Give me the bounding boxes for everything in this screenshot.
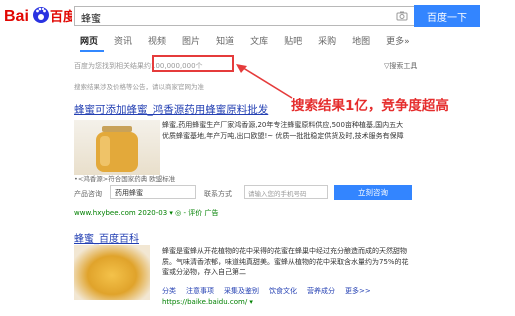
sublink-collect[interactable]: 采集及鉴别 [224,286,259,296]
baidu-logo[interactable]: Bai 百度 [4,5,77,25]
contact-label: 联系方式 [204,190,232,198]
result1-honey-jar-image[interactable] [74,120,160,175]
svg-text:百度: 百度 [50,9,72,25]
search-button[interactable]: 百度一下 [414,5,480,27]
result1-tag: •<鸿香源>符合国家药典 欧盟标准 [74,175,176,183]
phone-input[interactable]: 请输入您的手机号码 [244,185,328,199]
tab-wenku[interactable]: 文库 [250,34,268,48]
tab-video[interactable]: 视频 [148,34,166,48]
search-tools-link[interactable]: ▽搜索工具 [384,61,417,71]
result2-honeycomb-image[interactable] [74,245,150,300]
tab-tieba[interactable]: 贴吧 [284,34,302,48]
price-tip: 搜索结果涉及价格等公告，请以商家官网为准 [74,83,204,91]
annotation-arrow [236,64,293,99]
result2-sublinks: 分类 注意事项 采集及鉴别 饮食文化 营养成分 更多>> [162,286,371,296]
tab-more[interactable]: 更多» [386,34,410,48]
result2-description: 蜂蜜是蜜蜂从开花植物的花中采得的花蜜在蜂巢中经过充分酿造而成的天然甜物质。气味清… [162,247,409,276]
result2-title-link[interactable]: 蜂蜜_百度百科 [74,230,139,245]
camera-icon[interactable] [396,10,408,22]
highlight-box [152,55,234,72]
result2-url[interactable]: https://baike.baidu.com/ ▾ [162,298,253,306]
consult-button[interactable]: 立刻咨询 [334,185,412,200]
result1-url[interactable]: www.hxybee.com 2020-03 ▾ ◎ - 评价 广告 [74,208,218,218]
result1-description: 蜂蜜,药用蜂蜜生产厂家鸿香源,20年专注蜂蜜原料供应,500亩种植基,国内五大优… [162,121,404,140]
svg-text:Bai: Bai [4,8,29,25]
tab-images[interactable]: 图片 [182,34,200,48]
sublink-notes[interactable]: 注意事项 [186,286,214,296]
sublink-nutrition[interactable]: 营养成分 [307,286,335,296]
tab-caigou[interactable]: 采购 [318,34,336,48]
annotation-text: 搜索结果1亿，竞争度超高 [291,98,449,114]
search-input[interactable]: 蜂蜜 [74,6,414,26]
sublink-category[interactable]: 分类 [162,286,176,296]
search-tabs: 网页 资讯 视频 图片 知道 文库 贴吧 采购 地图 更多» [80,34,410,48]
active-tab-indicator [80,50,104,52]
tab-zhidao[interactable]: 知道 [216,34,234,48]
product-input[interactable]: 药用蜂蜜 [110,185,196,199]
tab-map[interactable]: 地图 [352,34,370,48]
tab-web[interactable]: 网页 [80,34,98,48]
result1-title-link[interactable]: 蜂蜜可添加蜂蜜_鸿香源药用蜂蜜原料批发 [74,102,268,117]
search-query: 蜂蜜 [81,14,101,25]
sublink-culture[interactable]: 饮食文化 [269,286,297,296]
sublink-more[interactable]: 更多>> [345,286,371,296]
tab-news[interactable]: 资讯 [114,34,132,48]
product-inquiry-label: 产品咨询 [74,190,102,198]
